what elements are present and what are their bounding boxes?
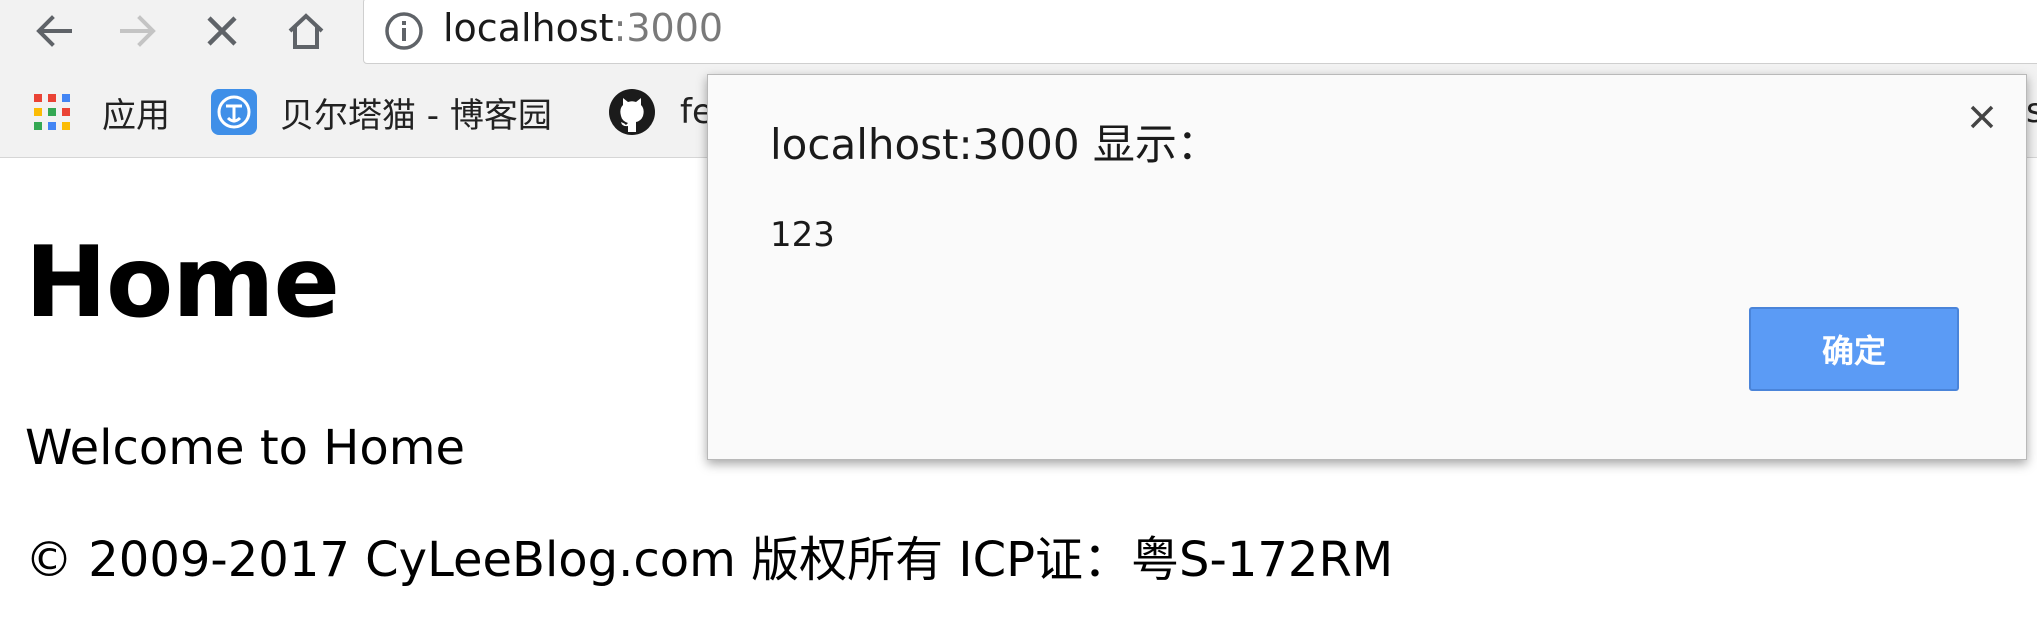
dialog-close-button[interactable] — [1962, 97, 2002, 137]
apps-grid-icon — [34, 94, 70, 130]
url-port: :3000 — [613, 6, 724, 50]
close-icon — [1970, 105, 1994, 129]
home-icon — [288, 13, 324, 49]
stop-button[interactable] — [194, 3, 250, 59]
bookmark-apps[interactable]: 应用 — [32, 66, 170, 158]
home-button[interactable] — [278, 3, 334, 59]
footer-copyright: © 2009-2017 CyLeeBlog.com 版权所有 ICP证：粤S-1… — [25, 532, 1394, 588]
url-host: localhost — [443, 6, 614, 50]
bookmark-cnblogs[interactable]: 贝尔塔猫 - 博客园 — [210, 66, 552, 158]
github-icon — [609, 89, 655, 135]
ok-button[interactable]: 确定 — [1749, 307, 1959, 391]
page-title: Home — [25, 226, 340, 340]
back-button[interactable] — [26, 3, 82, 59]
cnblogs-icon — [211, 89, 257, 135]
dialog-message: 123 — [770, 215, 835, 255]
alert-dialog: localhost:3000 显示： 123 确定 — [707, 74, 2027, 460]
browser-toolbar: localhost:3000 — [0, 0, 2037, 66]
forward-arrow-icon — [120, 15, 156, 47]
back-arrow-icon — [36, 15, 72, 47]
address-bar[interactable]: localhost:3000 — [363, 0, 2037, 64]
bookmark-label: 贝尔塔猫 - 博客园 — [280, 95, 552, 136]
dialog-title: localhost:3000 显示： — [770, 120, 1219, 169]
welcome-text: Welcome to Home — [25, 420, 466, 476]
bookmark-overflow-fragment: s — [2026, 91, 2037, 131]
info-icon[interactable] — [382, 9, 426, 53]
bookmark-github[interactable]: fe — [608, 66, 713, 158]
url-text: localhost:3000 — [443, 3, 723, 53]
forward-button[interactable] — [110, 3, 166, 59]
close-x-icon — [207, 16, 237, 46]
bookmark-label: 应用 — [102, 95, 170, 136]
